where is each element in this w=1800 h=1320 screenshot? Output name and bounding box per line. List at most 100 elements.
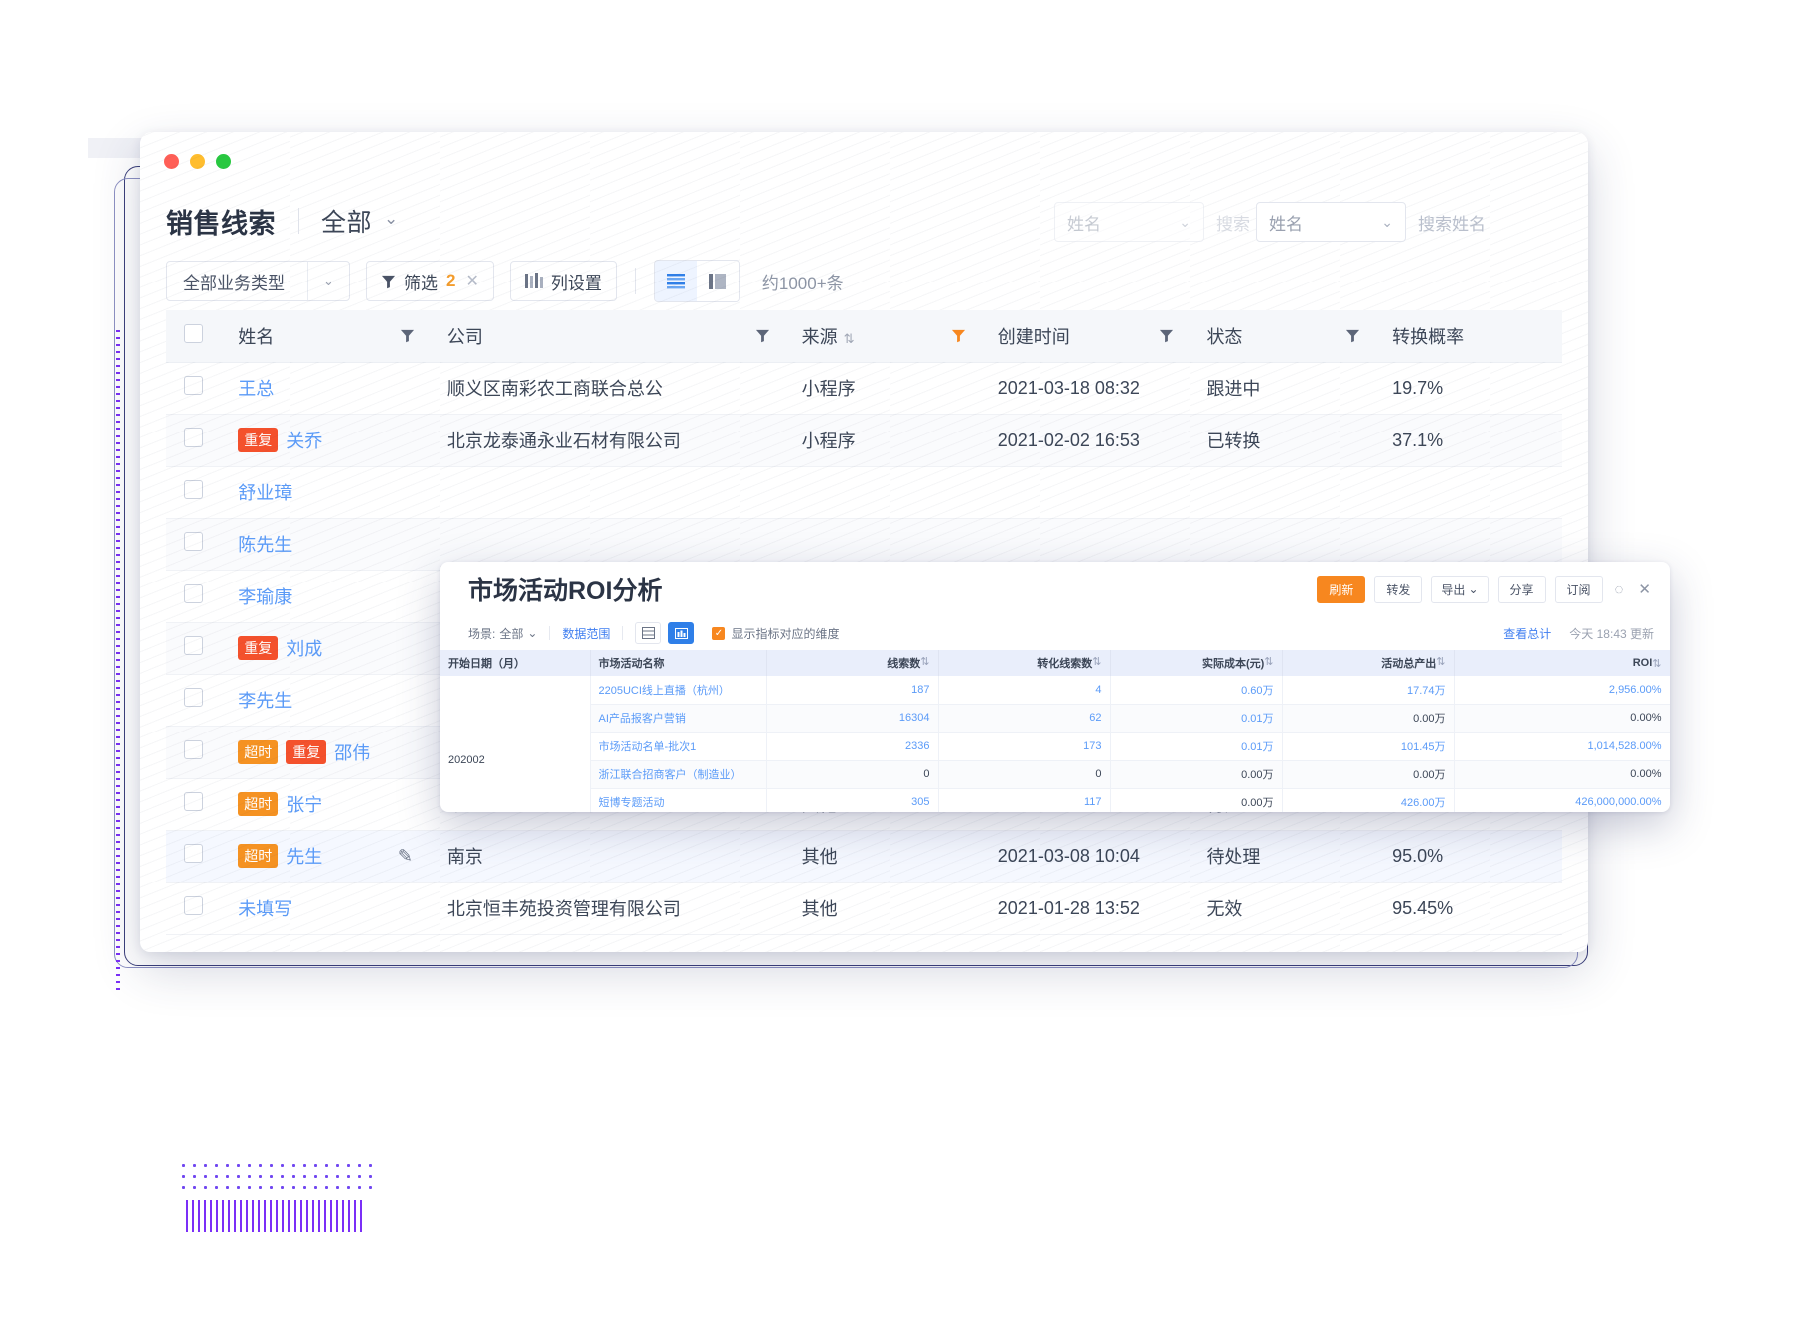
lead-name-link[interactable]: 刘成 bbox=[286, 635, 322, 661]
cell-name[interactable]: 超时先生✎ bbox=[220, 830, 429, 882]
lead-name-link[interactable]: 张宁 bbox=[286, 791, 322, 817]
refresh-button[interactable]: 刷新 bbox=[1317, 576, 1365, 603]
search-field-selector[interactable]: 姓名 ⌄ bbox=[1256, 202, 1406, 242]
table-row[interactable]: 未填写北京恒丰苑投资管理有限公司其他2021-01-28 13:52无效95.4… bbox=[166, 882, 1562, 934]
sort-icon[interactable]: ⇅ bbox=[920, 655, 929, 668]
sort-icon[interactable]: ⇅ bbox=[1652, 657, 1661, 670]
roi-col-cost[interactable]: 实际成本(元)⇅ bbox=[1110, 650, 1282, 676]
column-header-name[interactable]: 姓名 bbox=[220, 310, 429, 362]
row-checkbox-cell[interactable] bbox=[166, 674, 220, 726]
row-checkbox-cell[interactable] bbox=[166, 362, 220, 414]
cell-name[interactable]: 未填写 bbox=[220, 882, 429, 934]
chevron-down-icon[interactable]: ⌄ bbox=[384, 209, 398, 229]
chart-view-icon[interactable] bbox=[668, 622, 694, 644]
row-checkbox[interactable] bbox=[184, 792, 203, 811]
funnel-icon[interactable] bbox=[755, 328, 770, 343]
cell-name[interactable]: 舒业璋 bbox=[220, 466, 429, 518]
sort-icon[interactable]: ⇅ bbox=[1092, 655, 1101, 668]
table-row[interactable]: 舒业璋 bbox=[166, 466, 1562, 518]
scene-filter[interactable]: 场景: 全部 ⌄ bbox=[468, 625, 537, 642]
roi-cell-campaign[interactable]: 浙江联合招商客户（制造业） bbox=[590, 760, 766, 788]
roi-cell-campaign[interactable]: 市场活动名单-批次1 bbox=[590, 732, 766, 760]
close-icon[interactable]: ✕ bbox=[465, 271, 478, 291]
row-checkbox-cell[interactable] bbox=[166, 726, 220, 778]
roi-cell-campaign[interactable]: AI产品报客户营销 bbox=[590, 704, 766, 732]
roi-col-converted[interactable]: 转化线索数⇅ bbox=[938, 650, 1110, 676]
cell-name[interactable]: 王总 bbox=[220, 362, 429, 414]
row-checkbox-cell[interactable] bbox=[166, 830, 220, 882]
funnel-icon[interactable] bbox=[1159, 328, 1174, 343]
row-checkbox-cell[interactable] bbox=[166, 778, 220, 830]
window-maximize-dot[interactable] bbox=[216, 154, 231, 169]
row-checkbox[interactable] bbox=[184, 532, 203, 551]
row-checkbox-cell[interactable] bbox=[166, 622, 220, 674]
table-row[interactable]: 重复关乔北京龙泰通永业石材有限公司小程序2021-02-02 16:53已转换3… bbox=[166, 414, 1562, 466]
window-close-dot[interactable] bbox=[164, 154, 179, 169]
filter-button[interactable]: 筛选 2 ✕ bbox=[366, 261, 494, 301]
comment-icon[interactable]: ◌ bbox=[1612, 581, 1627, 598]
row-checkbox[interactable] bbox=[184, 376, 203, 395]
card-view-icon[interactable] bbox=[697, 261, 739, 301]
funnel-icon[interactable] bbox=[400, 328, 415, 343]
edit-icon[interactable]: ✎ bbox=[398, 846, 413, 867]
share-button[interactable]: 分享 bbox=[1498, 576, 1546, 603]
lead-name-link[interactable]: 未填写 bbox=[238, 895, 292, 921]
lead-name-link[interactable]: 陈先生 bbox=[238, 531, 292, 557]
business-type-select[interactable]: 全部业务类型 ⌄ bbox=[166, 261, 350, 301]
cell-name[interactable]: 陈先生 bbox=[220, 518, 429, 570]
funnel-icon[interactable] bbox=[1345, 328, 1360, 343]
window-minimize-dot[interactable] bbox=[190, 154, 205, 169]
view-total-link[interactable]: 查看总计 bbox=[1503, 625, 1551, 642]
row-checkbox[interactable] bbox=[184, 896, 203, 915]
roi-cell-campaign[interactable]: 短博专题活动 bbox=[590, 788, 766, 812]
search-field-selector-ghost[interactable]: 姓名 ⌄ bbox=[1054, 202, 1204, 242]
roi-col-leads[interactable]: 线索数⇅ bbox=[766, 650, 938, 676]
show-dimension-checkbox[interactable]: ✓ 显示指标对应的维度 bbox=[712, 625, 839, 642]
column-header-created[interactable]: 创建时间 bbox=[980, 310, 1189, 362]
sort-icon[interactable]: ⇅ bbox=[1264, 655, 1273, 668]
lead-name-link[interactable]: 舒业璋 bbox=[238, 479, 292, 505]
row-checkbox-cell[interactable] bbox=[166, 466, 220, 518]
view-selector-label[interactable]: 全部 bbox=[321, 203, 372, 239]
list-view-icon[interactable] bbox=[655, 261, 697, 301]
roi-table-row[interactable]: 浙江联合招商客户（制造业）000.00万0.00万0.00% bbox=[440, 760, 1670, 788]
row-checkbox-cell[interactable] bbox=[166, 414, 220, 466]
roi-table-row[interactable]: AI产品报客户营销16304620.01万0.00万0.00% bbox=[440, 704, 1670, 732]
column-header-company[interactable]: 公司 bbox=[429, 310, 784, 362]
table-row[interactable]: 超时先生✎南京其他2021-03-08 10:04待处理95.0% bbox=[166, 830, 1562, 882]
cell-name[interactable]: 重复关乔 bbox=[220, 414, 429, 466]
roi-table-row[interactable]: 市场活动名单-批次123361730.01万101.45万1,014,528.0… bbox=[440, 732, 1670, 760]
funnel-icon-active[interactable] bbox=[951, 328, 966, 343]
column-header-status[interactable]: 状态 bbox=[1188, 310, 1374, 362]
lead-name-link[interactable]: 邵伟 bbox=[334, 739, 370, 765]
lead-name-link[interactable]: 李先生 bbox=[238, 687, 292, 713]
row-checkbox[interactable] bbox=[184, 428, 203, 447]
cell-name[interactable]: 重复刘成 bbox=[220, 622, 429, 674]
table-view-icon[interactable] bbox=[635, 622, 661, 644]
row-checkbox[interactable] bbox=[184, 480, 203, 499]
cell-name[interactable]: 超时重复邵伟 bbox=[220, 726, 429, 778]
sort-icon[interactable]: ⇅ bbox=[844, 331, 855, 346]
roi-col-roi[interactable]: ROI⇅ bbox=[1454, 650, 1670, 676]
search-input[interactable]: 搜索姓名 bbox=[1406, 202, 1566, 242]
row-checkbox[interactable] bbox=[184, 636, 203, 655]
select-all-checkbox[interactable] bbox=[184, 324, 203, 343]
table-row[interactable]: 王总顺义区南彩农工商联合总公小程序2021-03-18 08:32跟进中19.7… bbox=[166, 362, 1562, 414]
sort-icon[interactable]: ⇅ bbox=[1436, 655, 1445, 668]
row-checkbox-cell[interactable] bbox=[166, 882, 220, 934]
row-checkbox-cell[interactable] bbox=[166, 570, 220, 622]
lead-name-link[interactable]: 王总 bbox=[238, 375, 274, 401]
close-icon[interactable]: ✕ bbox=[1635, 580, 1654, 598]
row-checkbox[interactable] bbox=[184, 740, 203, 759]
cell-name[interactable]: 李先生 bbox=[220, 674, 429, 726]
forward-button[interactable]: 转发 bbox=[1374, 576, 1422, 603]
cell-name[interactable]: 超时张宁 bbox=[220, 778, 429, 830]
lead-name-link[interactable]: 李瑜康 bbox=[238, 583, 292, 609]
row-checkbox-cell[interactable] bbox=[166, 518, 220, 570]
cell-name[interactable]: 李瑜康 bbox=[220, 570, 429, 622]
lead-name-link[interactable]: 关乔 bbox=[286, 427, 322, 453]
roi-col-output[interactable]: 活动总产出⇅ bbox=[1282, 650, 1454, 676]
roi-table-row[interactable]: 2020022205UCI线上直播（杭州）18740.60万17.74万2,95… bbox=[440, 676, 1670, 704]
column-header-source[interactable]: 来源⇅ bbox=[784, 310, 980, 362]
row-checkbox[interactable] bbox=[184, 844, 203, 863]
